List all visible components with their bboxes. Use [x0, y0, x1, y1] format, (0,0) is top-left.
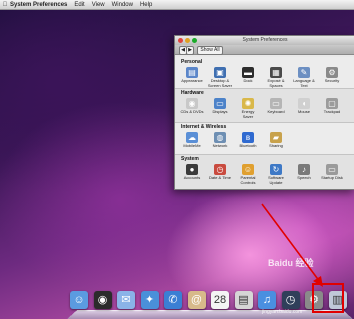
desktop-wallpaper:  System PreferencesEditViewWindowHelp S… [0, 0, 354, 319]
annotation-arrow [261, 203, 323, 287]
arrow-head [313, 276, 323, 287]
arrow-shaft [261, 203, 321, 283]
